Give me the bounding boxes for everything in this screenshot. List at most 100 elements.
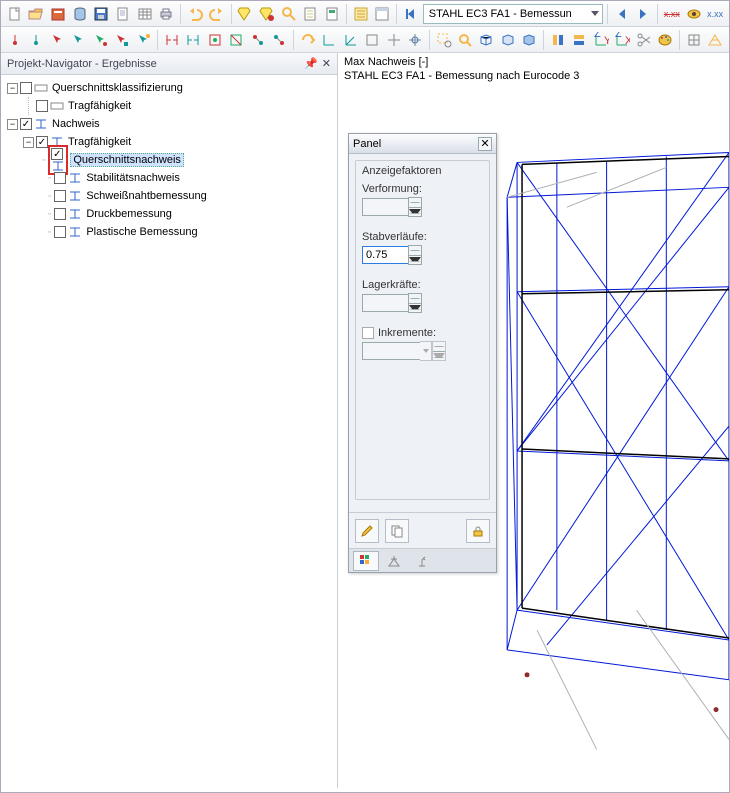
tree-item-querschnitt[interactable]: Querschnittsklassifizierung xyxy=(50,82,185,94)
scissor-button[interactable] xyxy=(634,30,653,50)
tree-checkbox[interactable] xyxy=(54,208,66,220)
sel4-button[interactable] xyxy=(112,30,131,50)
document-button[interactable] xyxy=(113,4,133,24)
panel1-toggle-button[interactable] xyxy=(351,4,371,24)
verformung-spinner[interactable] xyxy=(362,197,483,217)
nav-prev-button[interactable] xyxy=(612,4,632,24)
tree-checkbox[interactable] xyxy=(54,226,66,238)
link2-button[interactable] xyxy=(184,30,203,50)
tree-item-nachweis[interactable]: Nachweis xyxy=(50,118,102,130)
pin-icon[interactable]: 📌 xyxy=(304,57,318,70)
tab-colors[interactable] xyxy=(353,551,379,571)
tree-checkbox[interactable] xyxy=(20,82,32,94)
axis2-button[interactable] xyxy=(341,30,360,50)
tree-item-plastisch[interactable]: Plastische Bemessung xyxy=(84,226,199,238)
stab-input[interactable] xyxy=(362,246,408,264)
link3-button[interactable] xyxy=(205,30,224,50)
lock-button[interactable] xyxy=(466,519,490,543)
lager-input[interactable] xyxy=(362,294,408,312)
tree-checkbox[interactable] xyxy=(20,118,32,130)
project-button[interactable] xyxy=(48,4,68,24)
new-file-button[interactable] xyxy=(5,4,25,24)
filter2-button[interactable] xyxy=(570,30,589,50)
sel5-button[interactable] xyxy=(134,30,153,50)
sel3-button[interactable] xyxy=(91,30,110,50)
edit-button[interactable] xyxy=(355,519,379,543)
spin-up-button[interactable] xyxy=(409,198,421,208)
tree-expand-toggle[interactable]: − xyxy=(7,83,18,94)
zoom-window-button[interactable] xyxy=(434,30,453,50)
axis4-button[interactable] xyxy=(384,30,403,50)
format-number-button[interactable]: x.xx xyxy=(662,4,682,24)
spin-down-button[interactable] xyxy=(409,304,421,313)
link1-button[interactable] xyxy=(162,30,181,50)
undo-button[interactable] xyxy=(185,4,205,24)
module-combo-input[interactable] xyxy=(427,7,587,21)
eye-icon[interactable] xyxy=(684,4,704,24)
stab-spinner[interactable] xyxy=(362,245,483,265)
axis3-button[interactable] xyxy=(362,30,381,50)
xz-axis-button[interactable]: XZ xyxy=(613,30,632,50)
tree-checkbox[interactable] xyxy=(36,100,48,112)
model-viewport[interactable]: Max Nachweis [-] STAHL EC3 FA1 - Bemessu… xyxy=(338,53,729,788)
copy-button[interactable] xyxy=(385,519,409,543)
grid-toggle-button[interactable] xyxy=(684,30,703,50)
link4-button[interactable] xyxy=(227,30,246,50)
panel-close-button[interactable]: ✕ xyxy=(478,137,492,151)
save-button[interactable] xyxy=(92,4,112,24)
spin-up-button[interactable] xyxy=(409,294,421,304)
table-button[interactable] xyxy=(135,4,155,24)
print-button[interactable] xyxy=(157,4,177,24)
axis1-button[interactable] xyxy=(320,30,339,50)
tab-microscope[interactable] xyxy=(409,551,435,571)
link6-button[interactable] xyxy=(270,30,289,50)
tree-expand-toggle[interactable]: − xyxy=(23,137,34,148)
sel2-button[interactable] xyxy=(69,30,88,50)
format-number2-button[interactable]: x.xx xyxy=(705,4,725,24)
spin-down-button[interactable] xyxy=(409,256,421,265)
perspective-button[interactable] xyxy=(705,30,724,50)
report-button[interactable] xyxy=(322,4,342,24)
document-list-button[interactable] xyxy=(301,4,321,24)
tree-checkbox[interactable] xyxy=(54,172,66,184)
panel-header[interactable]: Panel ✕ xyxy=(349,134,496,154)
solid-button[interactable] xyxy=(520,30,539,50)
close-icon[interactable]: ✕ xyxy=(322,57,331,70)
axis5-button[interactable] xyxy=(405,30,424,50)
tree-checkbox[interactable] xyxy=(51,148,63,160)
nav-next-button[interactable] xyxy=(633,4,653,24)
redo-button[interactable] xyxy=(207,4,227,24)
panel2-toggle-button[interactable] xyxy=(372,4,392,24)
filter1-button[interactable] xyxy=(548,30,567,50)
arrow-redo-button[interactable] xyxy=(298,30,317,50)
lager-spinner[interactable] xyxy=(362,293,483,313)
tree-expand-toggle[interactable]: − xyxy=(7,119,18,130)
link5-button[interactable] xyxy=(248,30,267,50)
cube-button[interactable] xyxy=(477,30,496,50)
palette-button[interactable] xyxy=(655,30,674,50)
zoom-all-button[interactable] xyxy=(455,30,474,50)
tree-item-querschnittsnachweis[interactable]: Querschnittsnachweis xyxy=(70,153,184,167)
tree-item-schweissnaht[interactable]: Schweißnahtbemessung xyxy=(84,190,208,202)
module-combo[interactable] xyxy=(423,4,603,24)
pt-teal-button[interactable] xyxy=(26,30,45,50)
pt-red-button[interactable] xyxy=(5,30,24,50)
database-button[interactable] xyxy=(70,4,90,24)
wireframe-button[interactable] xyxy=(498,30,517,50)
open-folder-button[interactable] xyxy=(27,4,47,24)
tree-checkbox[interactable] xyxy=(54,190,66,202)
analysis-button[interactable] xyxy=(257,4,277,24)
tree-item-tragfaehigkeit1[interactable]: Tragfähigkeit xyxy=(66,100,133,112)
verformung-input[interactable] xyxy=(362,198,408,216)
yz-axis-button[interactable]: YZ xyxy=(591,30,610,50)
tree-item-tragfaehigkeit2[interactable]: Tragfähigkeit xyxy=(66,136,133,148)
tree-item-stabilitaet[interactable]: Stabilitätsnachweis xyxy=(84,172,182,184)
tab-scale[interactable] xyxy=(381,551,407,571)
spin-down-button[interactable] xyxy=(409,208,421,217)
spin-up-button[interactable] xyxy=(409,246,421,256)
sel1-button[interactable] xyxy=(48,30,67,50)
zoom-button[interactable] xyxy=(279,4,299,24)
tree-item-druck[interactable]: Druckbemessung xyxy=(84,208,174,220)
nav-first-button[interactable] xyxy=(401,4,421,24)
inkremente-checkbox[interactable] xyxy=(362,327,374,339)
